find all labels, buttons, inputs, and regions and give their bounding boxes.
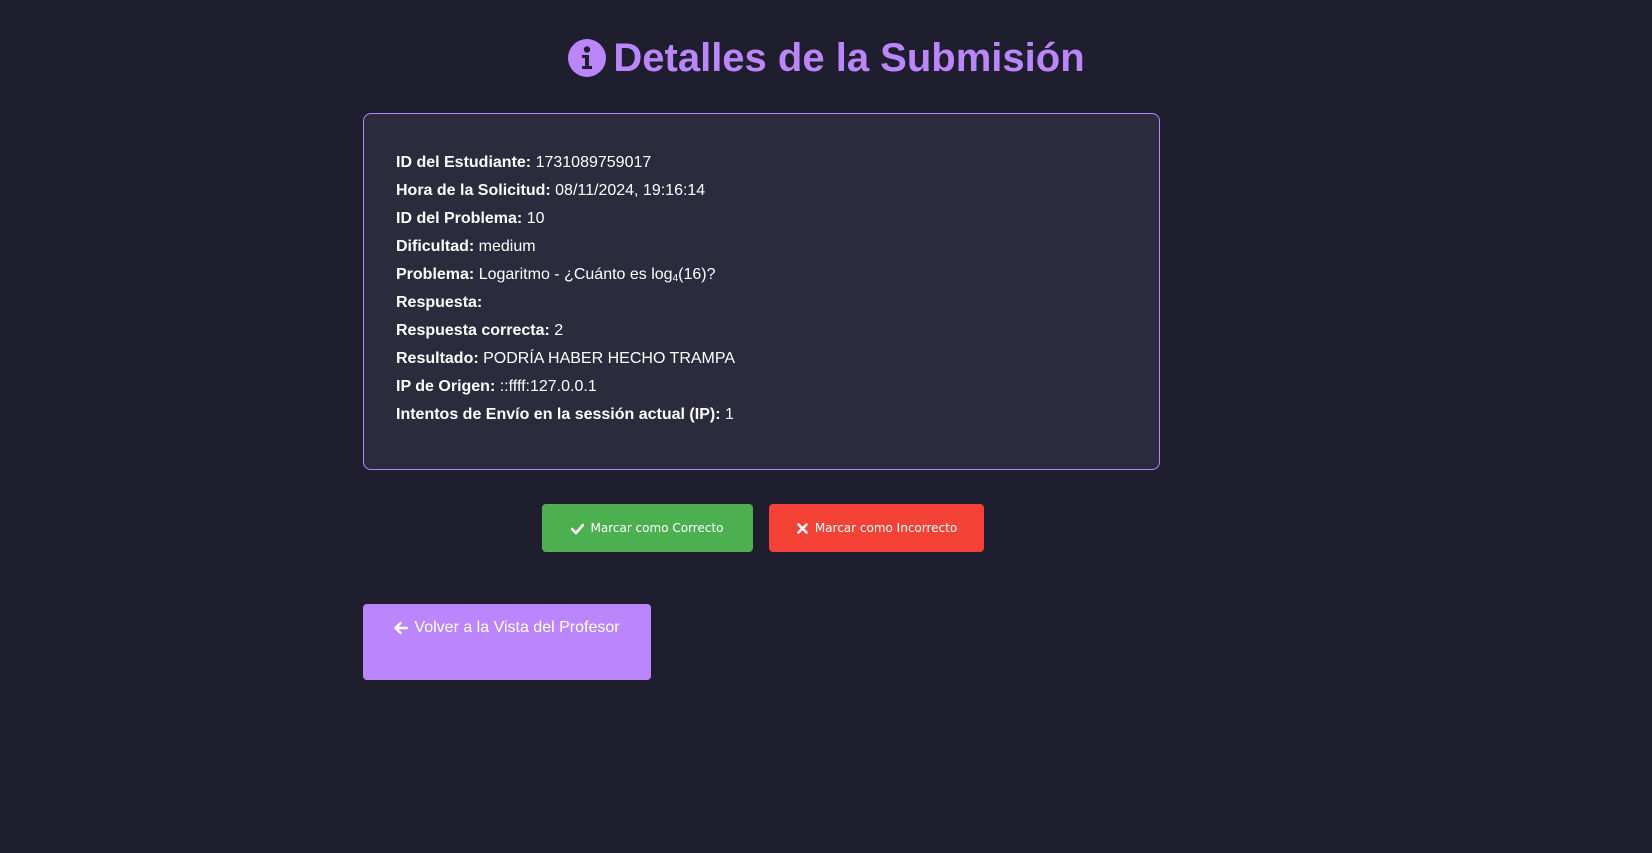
detail-value: 08/11/2024, 19:16:14 <box>555 182 706 199</box>
detail-label: IP de Origen: <box>396 378 496 395</box>
detail-request-time: Hora de la Solicitud: 08/11/2024, 19:16:… <box>396 180 1127 202</box>
arrow-left-icon <box>394 621 409 635</box>
detail-label: Problema: <box>396 266 475 283</box>
detail-label: ID del Problema: <box>396 210 523 227</box>
detail-label: Respuesta: <box>396 294 483 311</box>
problem-text-suffix: (16)? <box>678 266 716 283</box>
times-icon <box>796 522 809 535</box>
mark-correct-button[interactable]: Marcar como Correcto <box>542 504 753 552</box>
detail-label: Hora de la Solicitud: <box>396 182 551 199</box>
detail-value: medium <box>478 238 536 255</box>
detail-problem-id: ID del Problema: 10 <box>396 208 1127 230</box>
detail-value: 10 <box>526 210 545 227</box>
page-title: Detalles de la Submisión <box>613 36 1085 80</box>
page-header: Detalles de la Submisión <box>0 30 1652 86</box>
detail-answer: Respuesta: <box>396 292 1127 314</box>
detail-label: Dificultad: <box>396 238 475 255</box>
detail-value: 1731089759017 <box>535 154 652 171</box>
mark-correct-label: Marcar como Correcto <box>590 521 724 535</box>
info-circle-icon <box>567 38 607 78</box>
detail-result: Resultado: PODRÍA HABER HECHO TRAMPA <box>396 348 1127 370</box>
check-icon <box>571 522 585 535</box>
detail-submission-attempts: Intentos de Envío en la sessión actual (… <box>396 404 1127 426</box>
detail-problem: Problema: Logaritmo - ¿Cuánto es log4(16… <box>396 264 1127 286</box>
back-button-label: Volver a la Vista del Profesor <box>414 619 620 636</box>
detail-label: Intentos de Envío en la sessión actual (… <box>396 406 721 423</box>
detail-value: PODRÍA HABER HECHO TRAMPA <box>483 350 736 367</box>
detail-label: Respuesta correcta: <box>396 322 550 339</box>
detail-value: ::ffff:127.0.0.1 <box>499 378 597 395</box>
detail-value: 2 <box>554 322 564 339</box>
detail-difficulty: Dificultad: medium <box>396 236 1127 258</box>
detail-label: Resultado: <box>396 350 479 367</box>
detail-correct-answer: Respuesta correcta: 2 <box>396 320 1127 342</box>
detail-source-ip: IP de Origen: ::ffff:127.0.0.1 <box>396 376 1127 398</box>
detail-value: 1 <box>724 406 734 423</box>
problem-text-prefix: Logaritmo - ¿Cuánto es log <box>478 266 673 283</box>
back-to-teacher-view-button[interactable]: Volver a la Vista del Profesor <box>363 604 651 680</box>
mark-incorrect-button[interactable]: Marcar como Incorrecto <box>769 504 984 552</box>
detail-label: ID del Estudiante: <box>396 154 532 171</box>
detail-value: Logaritmo - ¿Cuánto es log4(16)? <box>478 266 716 284</box>
submission-details-card: ID del Estudiante: 1731089759017 Hora de… <box>363 113 1160 470</box>
mark-incorrect-label: Marcar como Incorrecto <box>814 521 958 535</box>
detail-student-id: ID del Estudiante: 1731089759017 <box>396 152 1127 174</box>
